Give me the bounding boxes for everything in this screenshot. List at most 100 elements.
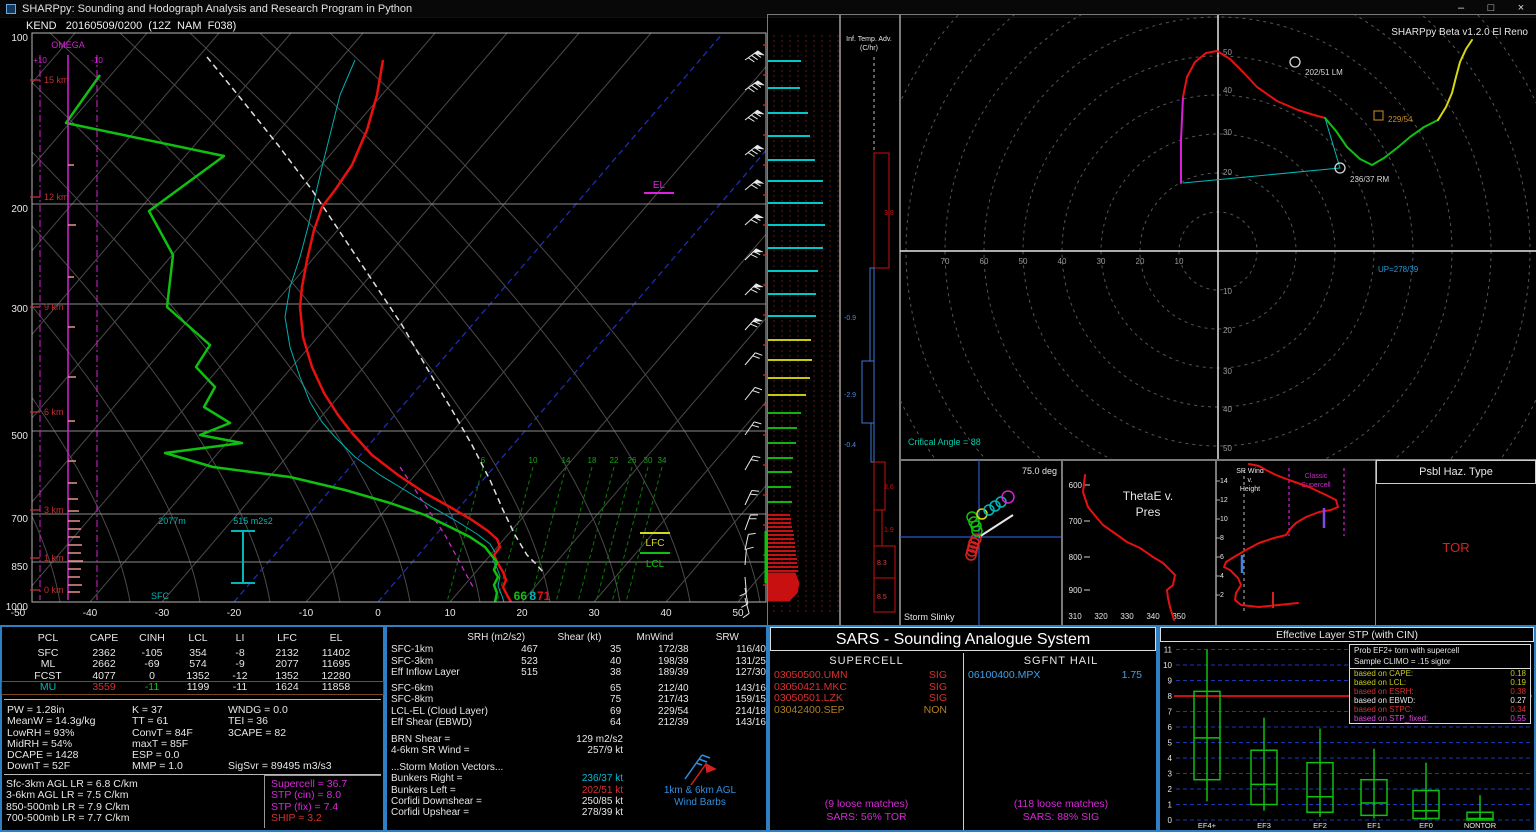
stat-value: 3CAPE = 82 bbox=[228, 726, 287, 739]
hazard-type-panel[interactable]: Psbl Haz. Type TOR bbox=[1375, 459, 1536, 626]
stp-legend: Prob EF2+ torn with supercell Sample CLI… bbox=[1349, 644, 1531, 724]
svg-text:66: 66 bbox=[514, 589, 528, 603]
composite-index: SHIP = 3.2 bbox=[271, 811, 322, 824]
svg-text:40: 40 bbox=[1223, 405, 1232, 414]
stat-value: SigSvr = 89495 m3/s3 bbox=[228, 760, 332, 773]
svg-text:236/37 RM: 236/37 RM bbox=[1350, 175, 1389, 184]
svg-text:6 km: 6 km bbox=[44, 407, 64, 417]
parcel-table: PCL CAPE CINH LCL LI LFC EL SFC 2362 -105 354 -8 213… bbox=[1, 627, 384, 695]
storm-slinky-panel[interactable]: 75.0 deg Storm Slinky bbox=[899, 459, 1063, 626]
svg-text:515 m2s2: 515 m2s2 bbox=[233, 516, 273, 526]
srh-table-row: SFC-6km 65 212/40 143/16 bbox=[391, 682, 766, 694]
svg-text:30: 30 bbox=[1097, 257, 1106, 266]
svg-text:2077m: 2077m bbox=[158, 516, 186, 526]
srh-table-row: LCL-EL (Cloud Layer) 69 229/54 214/18 bbox=[391, 705, 766, 717]
svg-text:310: 310 bbox=[1068, 612, 1082, 621]
svg-text:800: 800 bbox=[1069, 553, 1083, 562]
svg-text:40: 40 bbox=[1058, 257, 1067, 266]
srh-table-header: SRH (m2/s2) Shear (kt) MnWind SRW bbox=[467, 632, 739, 643]
svg-text:ThetaE v.: ThetaE v. bbox=[1123, 489, 1173, 503]
svg-text:8: 8 bbox=[1168, 692, 1173, 701]
svg-text:2.6: 2.6 bbox=[884, 484, 894, 491]
svg-text:14: 14 bbox=[1220, 478, 1228, 485]
hodograph[interactable]: 10203040506070102030405020304050202/51 L… bbox=[899, 14, 1536, 461]
svg-text:-40: -40 bbox=[83, 608, 98, 619]
version-label: SHARPpy Beta v1.2.0 El Reno bbox=[1391, 27, 1528, 38]
svg-text:LFC: LFC bbox=[646, 538, 665, 549]
svg-text:10: 10 bbox=[1163, 661, 1172, 670]
app-icon bbox=[6, 3, 16, 14]
wind-barbs-caption: 1km & 6km AGL Wind Barbs bbox=[645, 785, 755, 809]
temp-advection-panel[interactable]: Inf. Temp. Adv. (C/hr) 3.8 -0.9 -2.9 -0.4 2.6 1… bbox=[839, 14, 901, 626]
sars-supercell-matches: (9 loose matches) bbox=[824, 798, 909, 810]
sars-hail-column: SGFNT HAIL 06100400.MPX 1.75 (118 loose m… bbox=[964, 653, 1158, 830]
svg-text:0: 0 bbox=[1168, 816, 1173, 825]
stat-value: TEI = 36 bbox=[228, 715, 268, 728]
sars-match-entry[interactable]: 03042400.SEP NON bbox=[770, 704, 963, 717]
svg-text:71: 71 bbox=[537, 589, 551, 603]
svg-text:34: 34 bbox=[658, 456, 667, 465]
svg-text:UP=278/39: UP=278/39 bbox=[1378, 265, 1419, 274]
wind-speed-profile[interactable] bbox=[767, 14, 841, 626]
composite-indices: Supercell = 36.7 STP (cin) = 8.0 STP (fix)… bbox=[264, 775, 381, 828]
svg-text:50: 50 bbox=[732, 608, 744, 619]
svg-text:Inf. Temp. Adv.: Inf. Temp. Adv. bbox=[846, 36, 892, 43]
hazard-value: TOR bbox=[1442, 540, 1470, 555]
svg-text:340: 340 bbox=[1146, 612, 1160, 621]
sr-wind-height-panel[interactable]: SR Windv.Height1412108642ClassicSupercel… bbox=[1215, 459, 1377, 626]
svg-text:6: 6 bbox=[1220, 554, 1224, 561]
svg-text:300: 300 bbox=[11, 304, 28, 315]
svg-text:SR Wind: SR Wind bbox=[1236, 468, 1264, 475]
svg-text:20: 20 bbox=[1223, 168, 1232, 177]
svg-text:10: 10 bbox=[529, 456, 538, 465]
svg-text:Critical Angle = 88: Critical Angle = 88 bbox=[908, 437, 981, 447]
svg-text:600: 600 bbox=[1069, 481, 1083, 490]
svg-text:700: 700 bbox=[11, 514, 28, 525]
sars-match-entry[interactable]: 06100400.MPX 1.75 bbox=[964, 669, 1158, 682]
stp-legend-row: based on LCL: 0.19 bbox=[1354, 678, 1526, 687]
svg-text:LCL: LCL bbox=[646, 559, 665, 570]
stat-value: DownT = 52F bbox=[7, 760, 71, 773]
hazard-title: Psbl Haz. Type bbox=[1376, 460, 1536, 484]
svg-text:1.9: 1.9 bbox=[884, 527, 894, 534]
lapse-rate-value: 700-500mb LR = 7.7 C/km bbox=[6, 811, 130, 824]
svg-text:18: 18 bbox=[588, 456, 597, 465]
svg-text:30: 30 bbox=[1223, 367, 1232, 376]
sars-match-entry[interactable]: 03050500.UMN SIG bbox=[770, 669, 963, 682]
svg-text:Pres: Pres bbox=[1136, 505, 1161, 519]
svg-text:9: 9 bbox=[1168, 677, 1173, 686]
stp-title: Effective Layer STP (with CIN) bbox=[1160, 627, 1534, 642]
srh-table-row: Eff Inflow Layer 515 38 189/39 127/30 bbox=[391, 667, 766, 678]
svg-text:v.: v. bbox=[1248, 477, 1253, 484]
svg-text:+10: +10 bbox=[33, 56, 47, 65]
svg-text:NONTOR: NONTOR bbox=[1464, 821, 1497, 830]
window-title: SHARPpy: Sounding and Hodograph Analysis… bbox=[22, 2, 413, 15]
svg-text:30: 30 bbox=[588, 608, 600, 619]
stp-legend-row: based on STP_fixed: 0.55 bbox=[1354, 714, 1526, 723]
svg-text:100: 100 bbox=[11, 33, 28, 44]
parcel-row-ml[interactable]: ML 2662 -69 574 -9 2077 11695 bbox=[2, 658, 383, 671]
sars-match-entry[interactable]: 03050501.LZK SIG bbox=[770, 692, 963, 705]
svg-text:0 km: 0 km bbox=[44, 585, 64, 595]
kinematics-panel: SRH (m2/s2) Shear (kt) MnWind SRW SFC-1km 467… bbox=[385, 625, 768, 832]
srh-table-row: SFC-3km 523 40 198/39 131/25 bbox=[391, 655, 766, 667]
svg-text:-30: -30 bbox=[155, 608, 170, 619]
svg-text:SFC: SFC bbox=[151, 591, 170, 601]
srh-table-row: Eff Shear (EBWD) 64 212/39 143/16 bbox=[391, 717, 766, 728]
svg-text:75.0 deg: 75.0 deg bbox=[1022, 466, 1057, 476]
svg-text:4: 4 bbox=[1220, 573, 1224, 580]
parcel-row-mu[interactable]: MU 3559 -11 1199 -11 1624 11858 bbox=[1, 681, 384, 695]
svg-text:Storm Slinky: Storm Slinky bbox=[904, 612, 955, 622]
skewt-diagram[interactable]: 6 10 14 18 22 26 30 341002003005007008501000OME… bbox=[0, 15, 768, 625]
svg-text:20: 20 bbox=[1136, 257, 1145, 266]
svg-text:11: 11 bbox=[1164, 646, 1173, 655]
svg-text:-0.4: -0.4 bbox=[844, 442, 856, 449]
sars-hail-header: SGFNT HAIL bbox=[1023, 655, 1099, 667]
stp-legend-header1: Prob EF2+ torn with supercell bbox=[1354, 646, 1460, 655]
svg-text:30: 30 bbox=[1223, 128, 1232, 137]
svg-text:(C/hr): (C/hr) bbox=[860, 45, 878, 52]
thermo-stats-col3: WNDG = 0.0 TEI = 36 3CAPE = 82 SigSvr = 89… bbox=[228, 704, 332, 773]
svg-text:EF0: EF0 bbox=[1419, 821, 1433, 830]
svg-text:EF3: EF3 bbox=[1257, 821, 1271, 830]
thetae-pres-panel[interactable]: ThetaE v.Pres600700800900310 320 330 340 350 bbox=[1061, 459, 1217, 626]
